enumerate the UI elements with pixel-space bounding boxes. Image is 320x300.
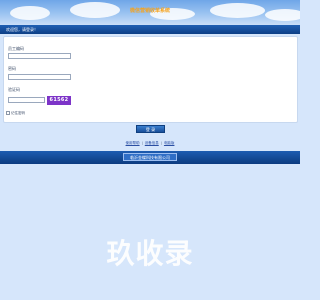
watermark-text: 玖收录: [106, 237, 194, 270]
link-help[interactable]: 使用帮助: [126, 141, 140, 145]
link-separator: |: [160, 141, 162, 145]
link-separator: |: [141, 141, 143, 145]
company-button[interactable]: 临沂金蝶科技有限公司: [123, 153, 177, 161]
remember-password[interactable]: 记住密码: [6, 111, 25, 116]
password-input[interactable]: [8, 74, 71, 80]
header-sky-banner: 微信营销收单系统: [0, 0, 300, 25]
link-desktop-version[interactable]: 电脑版: [164, 141, 175, 145]
welcome-bar: 欢迎您，请登录！: [0, 25, 300, 34]
footer-links: 使用帮助 | 设备信息 | 电脑版: [0, 141, 300, 146]
welcome-text: 欢迎您，请登录！: [6, 27, 38, 32]
remember-label: 记住密码: [11, 111, 25, 115]
remember-checkbox[interactable]: [6, 111, 10, 115]
captcha-input[interactable]: [8, 97, 45, 103]
captcha-label: 验证码: [8, 87, 20, 92]
captcha-image[interactable]: 61562: [47, 96, 71, 105]
employee-label: 员工编码: [8, 46, 24, 51]
employee-input[interactable]: [8, 53, 71, 59]
login-button[interactable]: 登 录: [136, 125, 165, 133]
link-device-info[interactable]: 设备信息: [145, 141, 159, 145]
bottom-bar: 临沂金蝶科技有限公司: [0, 151, 300, 164]
app-title: 微信营销收单系统: [129, 8, 170, 14]
password-label: 密码: [8, 66, 16, 71]
login-form-panel: 员工编码 密码 验证码 61562 记住密码: [3, 36, 298, 123]
